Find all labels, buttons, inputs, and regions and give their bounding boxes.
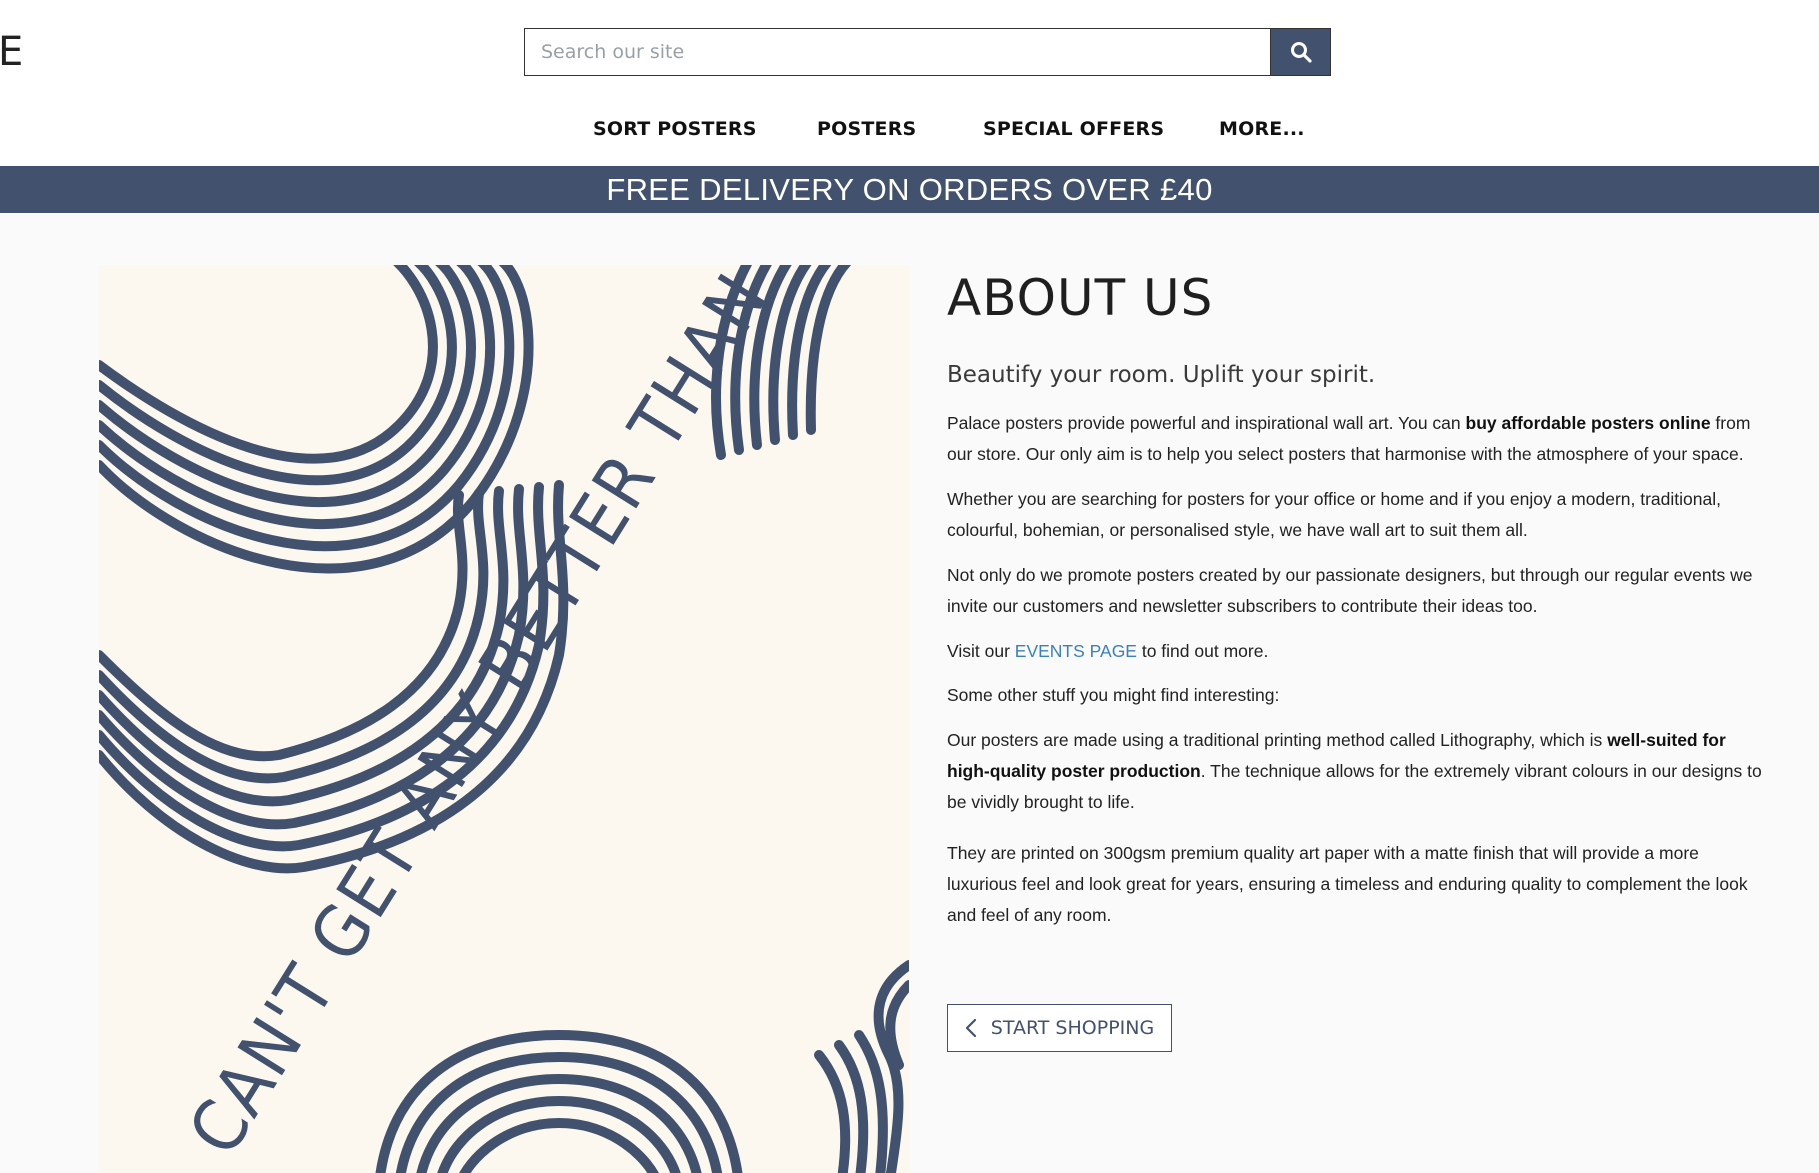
- nav-item-posters[interactable]: POSTERS: [817, 118, 916, 140]
- start-shopping-button[interactable]: START SHOPPING: [947, 1004, 1172, 1052]
- search-bar: [524, 28, 1331, 76]
- poster-swirl-top: [99, 265, 534, 574]
- search-input[interactable]: [524, 28, 1270, 76]
- chevron-left-icon: [965, 1018, 976, 1038]
- about-paragraph-6: Our posters are made using a traditional…: [947, 730, 1762, 812]
- about-subtitle: Beautify your room. Uplift your spirit.: [947, 362, 1376, 388]
- start-shopping-label: START SHOPPING: [990, 1017, 1155, 1039]
- search-button[interactable]: [1270, 28, 1331, 76]
- about-paragraph-2: Whether you are searching for posters fo…: [947, 489, 1721, 540]
- about-section: ABOUT US Beautify your room. Uplift your…: [947, 262, 1767, 931]
- about-paragraph-4: Visit our EVENTS PAGE to find out more.: [947, 641, 1269, 661]
- poster-swirl-bottom: [375, 1029, 743, 1173]
- about-paragraph-1: Palace posters provide powerful and insp…: [947, 413, 1751, 464]
- delivery-banner: FREE DELIVERY ON ORDERS OVER £40: [0, 166, 1819, 213]
- nav-item-sort-posters[interactable]: SORT POSTERS: [593, 118, 757, 140]
- poster-swirl-bottom-right: [814, 960, 909, 1173]
- site-logo[interactable]: E: [0, 26, 23, 78]
- about-paragraph-7: They are printed on 300gsm premium quali…: [947, 843, 1748, 925]
- poster-image: CAN'T GET ANY BETTER THAN THIS: [99, 265, 909, 1173]
- nav-item-more[interactable]: MORE...: [1219, 118, 1305, 140]
- about-paragraph-5: Some other stuff you might find interest…: [947, 685, 1280, 705]
- site-header: E SORT POSTERS POSTERS SPECIAL OFFERS MO…: [0, 0, 1819, 166]
- events-page-link[interactable]: EVENTS PAGE: [1015, 641, 1137, 661]
- nav-item-special-offers[interactable]: SPECIAL OFFERS: [983, 118, 1164, 140]
- search-icon: [1290, 42, 1312, 63]
- poster-artwork: CAN'T GET ANY BETTER THAN THIS: [99, 265, 909, 1173]
- about-paragraph-3: Not only do we promote posters created b…: [947, 565, 1753, 616]
- delivery-banner-text: FREE DELIVERY ON ORDERS OVER £40: [606, 171, 1213, 207]
- page-title: ABOUT US: [947, 269, 1214, 327]
- main-nav: SORT POSTERS POSTERS SPECIAL OFFERS MORE…: [0, 112, 1819, 152]
